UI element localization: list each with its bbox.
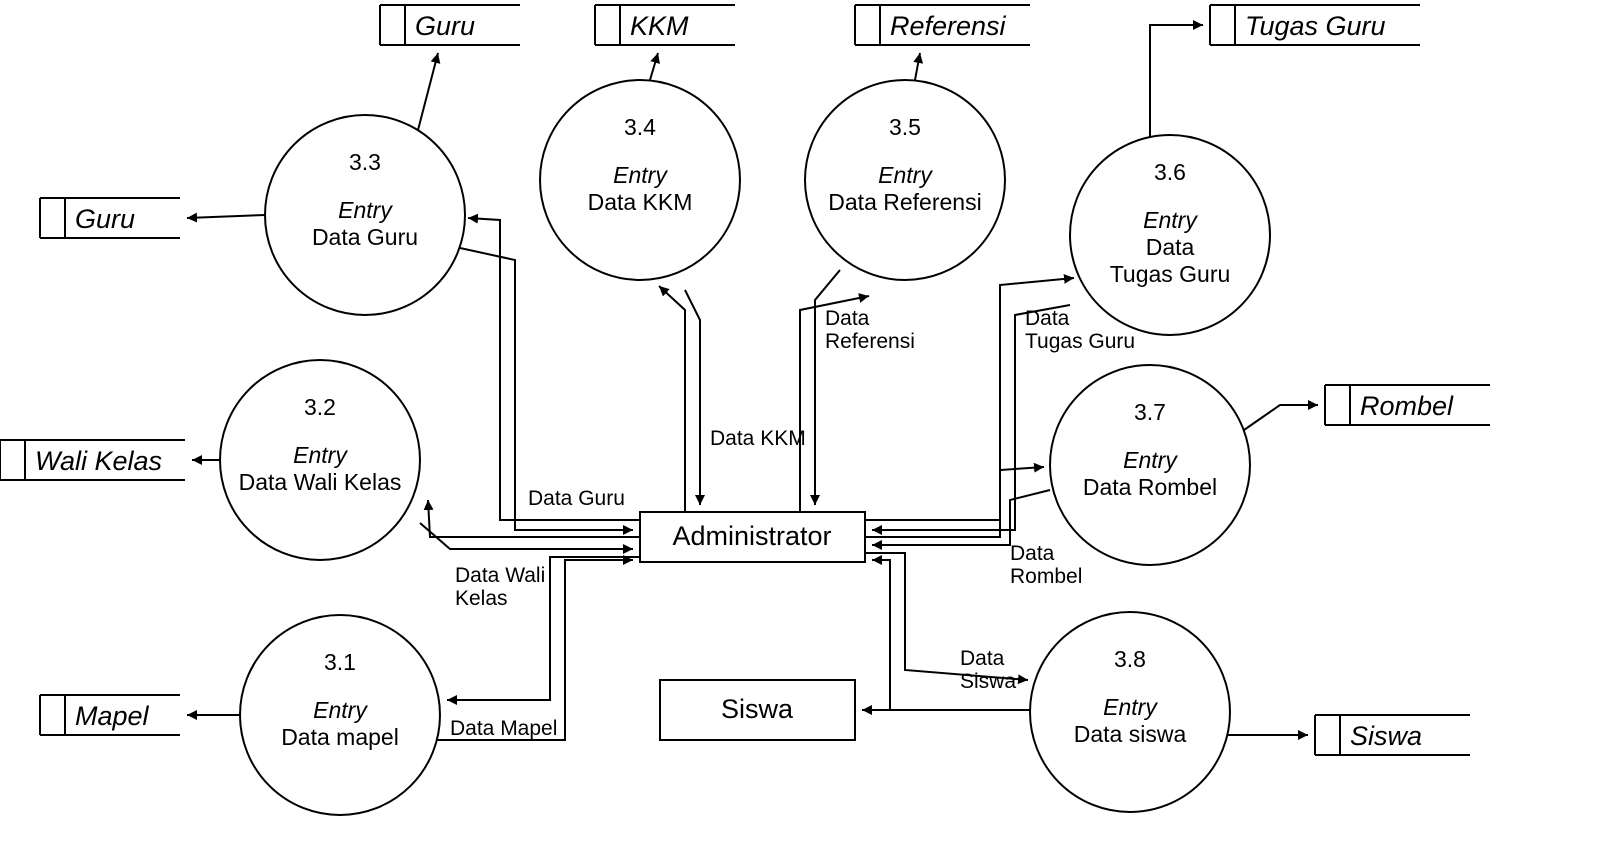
store-wali-kelas: Wali Kelas bbox=[0, 440, 185, 480]
arrow-p33-to-store-guru-left bbox=[187, 215, 265, 218]
arrow-p35-to-store-ref bbox=[915, 53, 920, 80]
p33-label: Data Guru bbox=[312, 224, 418, 250]
arrow-p36-to-store-tugas bbox=[1150, 25, 1203, 138]
p35-label: Data Referensi bbox=[828, 189, 981, 215]
p34-entry: Entry bbox=[613, 162, 668, 188]
arrow-admin-to-p34 bbox=[659, 286, 685, 512]
store-tugas-label: Tugas Guru bbox=[1245, 11, 1386, 41]
flow-ref-l1: Data bbox=[825, 307, 870, 330]
p31-num: 3.1 bbox=[324, 649, 356, 675]
store-siswa: Siswa bbox=[1315, 715, 1470, 755]
store-referensi: Referensi bbox=[855, 5, 1030, 45]
arrow-p33-to-store-guru-top bbox=[418, 53, 438, 130]
p36-label1: Data bbox=[1146, 234, 1195, 260]
store-guru-left-label: Guru bbox=[75, 204, 135, 234]
store-kkm: KKM bbox=[595, 5, 735, 45]
arrow-admin-to-p37 bbox=[865, 467, 1044, 537]
flow-siswa-l1: Data bbox=[960, 647, 1005, 670]
p37-entry: Entry bbox=[1123, 447, 1178, 473]
administrator-label: Administrator bbox=[672, 521, 831, 551]
process-3-3: 3.3 Entry Data Guru bbox=[265, 115, 465, 315]
p34-num: 3.4 bbox=[624, 114, 656, 140]
p35-entry: Entry bbox=[878, 162, 933, 188]
flow-rombel-l1: Data bbox=[1010, 542, 1055, 565]
flow-tugas-l2: Tugas Guru bbox=[1025, 330, 1135, 353]
store-siswa-label: Siswa bbox=[1350, 721, 1422, 751]
flow-guru-label: Data Guru bbox=[528, 487, 625, 510]
p36-num: 3.6 bbox=[1154, 159, 1186, 185]
store-guru-top-label: Guru bbox=[415, 11, 475, 41]
store-tugas-guru: Tugas Guru bbox=[1210, 5, 1420, 45]
process-3-1: 3.1 Entry Data mapel bbox=[240, 615, 440, 815]
flow-ref-l2: Referensi bbox=[825, 330, 915, 353]
p33-num: 3.3 bbox=[349, 149, 381, 175]
p38-num: 3.8 bbox=[1114, 646, 1146, 672]
process-3-6: 3.6 Entry Data Tugas Guru bbox=[1070, 135, 1270, 335]
p34-label: Data KKM bbox=[588, 189, 693, 215]
flow-siswa-l2: Siswa bbox=[960, 670, 1016, 693]
process-3-4: 3.4 Entry Data KKM bbox=[540, 80, 740, 280]
entity-siswa: Siswa bbox=[660, 680, 855, 740]
store-mapel-label: Mapel bbox=[75, 701, 150, 731]
entity-administrator: Administrator bbox=[640, 512, 865, 562]
flow-tugas-l1: Data bbox=[1025, 307, 1070, 330]
store-rombel-label: Rombel bbox=[1360, 391, 1454, 421]
p38-entry: Entry bbox=[1103, 694, 1158, 720]
p32-label: Data Wali Kelas bbox=[239, 469, 402, 495]
p33-entry: Entry bbox=[338, 197, 393, 223]
p36-label2: Tugas Guru bbox=[1110, 261, 1231, 287]
dfd-diagram: Administrator Siswa 3.1 Entry Data mapel… bbox=[0, 0, 1600, 854]
siswa-label: Siswa bbox=[721, 694, 794, 724]
store-guru-left: Guru bbox=[40, 198, 180, 238]
store-mapel: Mapel bbox=[40, 695, 180, 735]
p36-entry: Entry bbox=[1143, 207, 1198, 233]
p31-entry: Entry bbox=[313, 697, 368, 723]
p32-num: 3.2 bbox=[304, 394, 336, 420]
flow-mapel-label: Data Mapel bbox=[450, 717, 557, 740]
arrow-p37-to-store-rombel bbox=[1244, 405, 1318, 430]
store-wali-label: Wali Kelas bbox=[35, 446, 162, 476]
flow-wali-l2: Kelas bbox=[455, 587, 508, 610]
process-3-2: 3.2 Entry Data Wali Kelas bbox=[220, 360, 420, 560]
process-3-5: 3.5 Entry Data Referensi bbox=[805, 80, 1005, 280]
p31-label: Data mapel bbox=[281, 724, 399, 750]
p32-entry: Entry bbox=[293, 442, 348, 468]
store-kkm-label: KKM bbox=[630, 11, 689, 41]
process-3-8: 3.8 Entry Data siswa bbox=[1030, 612, 1230, 812]
flow-rombel-l2: Rombel bbox=[1010, 565, 1082, 588]
flow-wali-l1: Data Wali bbox=[455, 564, 545, 587]
flow-kkm-label: Data KKM bbox=[710, 427, 806, 450]
p37-num: 3.7 bbox=[1134, 399, 1166, 425]
p35-num: 3.5 bbox=[889, 114, 921, 140]
p37-label: Data Rombel bbox=[1083, 474, 1217, 500]
store-rombel: Rombel bbox=[1325, 385, 1490, 425]
p38-label: Data siswa bbox=[1074, 721, 1187, 747]
process-3-7: 3.7 Entry Data Rombel bbox=[1050, 365, 1250, 565]
store-ref-label: Referensi bbox=[890, 11, 1007, 41]
store-guru-top: Guru bbox=[380, 5, 520, 45]
arrow-p34-to-store-kkm bbox=[650, 53, 658, 80]
arrow-p34-to-admin bbox=[685, 290, 700, 505]
